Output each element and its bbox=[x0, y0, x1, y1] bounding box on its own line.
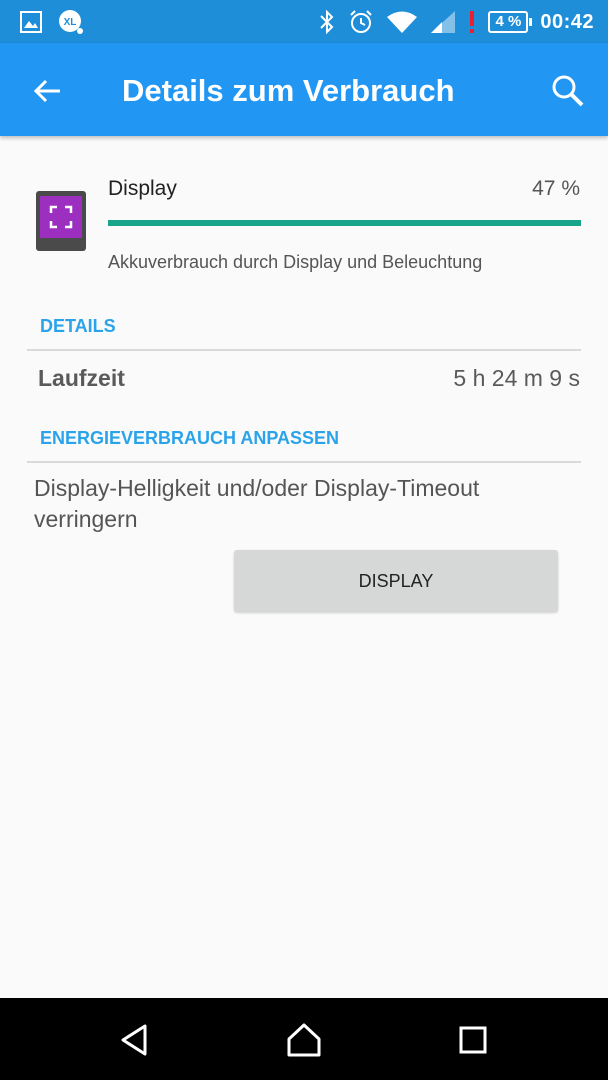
nav-home-button[interactable] bbox=[284, 1020, 324, 1060]
usage-progress-bar bbox=[108, 220, 581, 226]
search-button[interactable] bbox=[548, 71, 588, 111]
app-bar: Details zum Verbrauch bbox=[0, 43, 608, 136]
alarm-icon bbox=[348, 9, 374, 35]
arrow-back-icon bbox=[28, 79, 68, 115]
adjust-divider bbox=[27, 461, 581, 463]
svg-text:XL: XL bbox=[64, 17, 77, 28]
runtime-label: Laufzeit bbox=[38, 365, 125, 391]
back-button[interactable] bbox=[28, 71, 68, 111]
details-section-header: DETAILS bbox=[40, 316, 116, 336]
navigation-bar bbox=[0, 998, 608, 1080]
usage-item-percent: 47 % bbox=[532, 177, 580, 200]
battery-warning-icon bbox=[468, 10, 476, 34]
display-settings-button[interactable]: DISPLAY bbox=[234, 550, 558, 612]
nav-back-button[interactable] bbox=[115, 1020, 155, 1060]
runtime-value: 5 h 24 m 9 s bbox=[453, 365, 580, 391]
status-bar-right: 4 % 00:42 bbox=[318, 8, 594, 36]
wifi-icon bbox=[386, 10, 418, 34]
display-app-icon bbox=[36, 191, 86, 251]
status-bar-time: 00:42 bbox=[540, 10, 594, 33]
page-title: Details zum Verbrauch bbox=[122, 73, 455, 108]
usage-item-name: Display bbox=[108, 177, 177, 200]
adjust-section-header: ENERGIEVERBRAUCH ANPASSEN bbox=[40, 428, 340, 448]
battery-level: 4 % bbox=[488, 11, 533, 33]
status-bar-left: XL bbox=[20, 9, 84, 35]
recents-nav-icon bbox=[453, 1026, 493, 1064]
back-nav-icon bbox=[115, 1024, 155, 1064]
usage-item-description: Akkuverbrauch durch Display und Beleucht… bbox=[108, 252, 483, 272]
home-nav-icon bbox=[284, 1023, 324, 1064]
gallery-icon bbox=[20, 11, 42, 33]
xl-app-icon: XL bbox=[58, 9, 84, 35]
bluetooth-icon bbox=[318, 10, 336, 34]
details-divider bbox=[27, 349, 581, 351]
nav-recents-button[interactable] bbox=[453, 1020, 493, 1060]
usage-progress-fill bbox=[108, 220, 581, 226]
adjust-tip-text: Display-Helligkeit und/oder Display-Time… bbox=[34, 475, 480, 532]
search-icon bbox=[548, 75, 588, 115]
status-bar: XL 4 % 00:42 bbox=[0, 0, 608, 43]
cellular-signal-icon bbox=[430, 10, 456, 34]
